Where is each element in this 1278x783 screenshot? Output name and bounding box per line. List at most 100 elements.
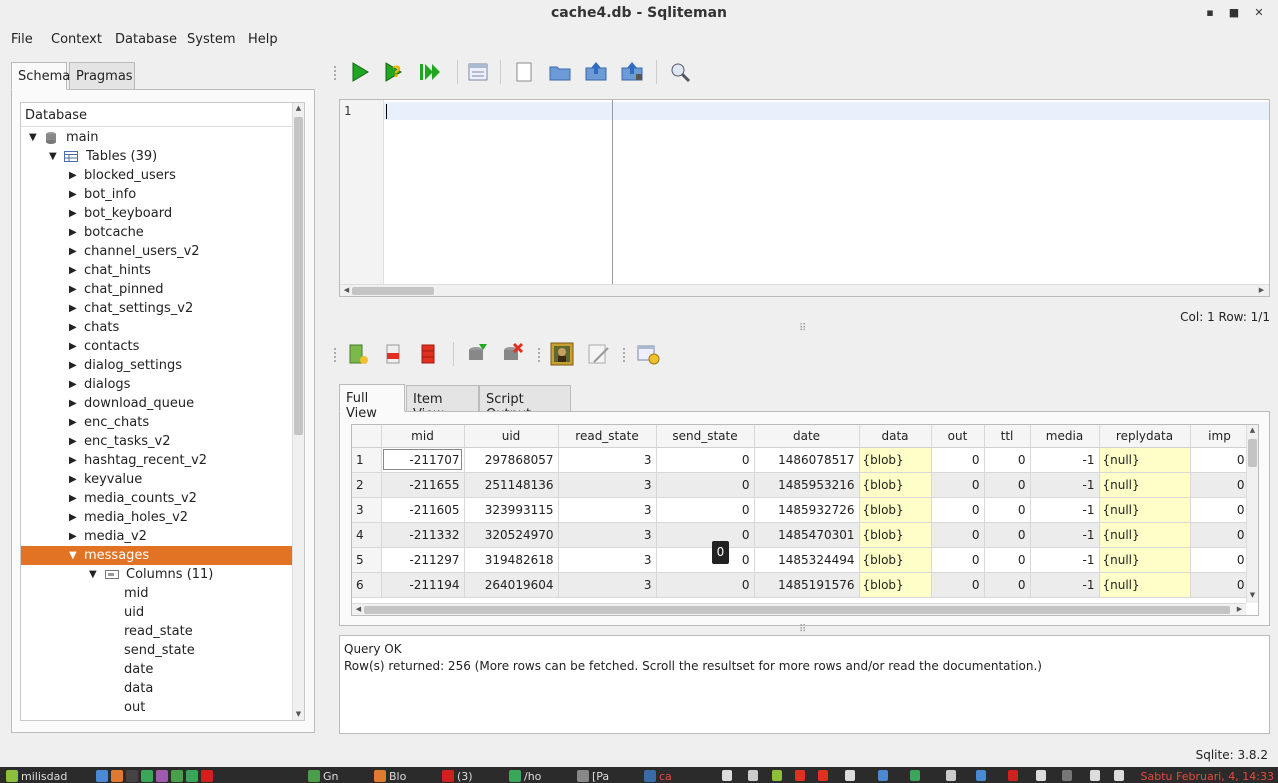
cell-mid[interactable]: -211332 (381, 522, 465, 548)
task-window-2[interactable]: Blo (374, 770, 406, 783)
tree-column-mid[interactable]: mid (21, 584, 293, 603)
delete-all-icon[interactable] (416, 342, 440, 366)
collapsed-arrow-icon[interactable]: ▶ (69, 299, 81, 318)
cell-mid[interactable]: -211707 (381, 447, 465, 473)
sql-editor[interactable]: 1 ◀ ▶ (339, 99, 1270, 297)
tree-item-enc_chats[interactable]: ▶ enc_chats (21, 413, 293, 432)
close-button[interactable]: ✕ (1252, 6, 1266, 20)
cell-send-state[interactable]: 0 (656, 572, 755, 598)
column-header-date[interactable]: date (754, 425, 860, 448)
tab-full-view[interactable]: Full View (339, 384, 405, 421)
expanded-arrow-icon[interactable]: ▼ (89, 565, 101, 584)
column-header-ttl[interactable]: ttl (984, 425, 1031, 448)
cell-uid[interactable]: 251148136 (464, 472, 559, 498)
schema-tree[interactable]: Database ▼ main ▼ Tables (39) ▶ blocked_u… (20, 102, 305, 721)
table-row[interactable]: 5 -211297 319482618 3 0 1485324494 {blob} 0 0 -1{… (352, 547, 1255, 573)
collapsed-arrow-icon[interactable]: ▶ (69, 432, 81, 451)
collapsed-arrow-icon[interactable]: ▶ (69, 261, 81, 280)
run-script-icon[interactable] (418, 60, 442, 84)
tree-column-ttl[interactable]: ttl (21, 717, 293, 720)
table-row[interactable]: 3 -211605 323993115 3 0 1485932726 {blob} 0 0 -1{… (352, 497, 1255, 523)
tree-item-dialogs[interactable]: ▶ dialogs (21, 375, 293, 394)
cell-replydata[interactable]: {null} (1099, 472, 1191, 498)
cell-uid[interactable]: 264019604 (464, 572, 559, 598)
tray-icon[interactable] (1008, 770, 1018, 781)
menu-file[interactable]: File (11, 32, 33, 47)
tree-item-chat_pinned[interactable]: ▶ chat_pinned (21, 280, 293, 299)
tray-icon[interactable] (976, 770, 986, 781)
column-header-media[interactable]: media (1030, 425, 1100, 448)
cell-uid[interactable]: 320524970 (464, 522, 559, 548)
collapsed-arrow-icon[interactable]: ▶ (69, 185, 81, 204)
launcher-icons[interactable] (96, 770, 216, 783)
collapsed-arrow-icon[interactable]: ▶ (69, 280, 81, 299)
result-grid[interactable]: mid uid read_state send_state date data out ttl… (351, 424, 1259, 616)
delete-row-icon[interactable] (381, 342, 405, 366)
tray-icon[interactable] (910, 770, 920, 781)
cell-read-state[interactable]: 3 (558, 472, 657, 498)
tree-item-media_v2[interactable]: ▶ media_v2 (21, 527, 293, 546)
tree-item-dialog_settings[interactable]: ▶ dialog_settings (21, 356, 293, 375)
task-window-6[interactable]: ca (644, 770, 672, 783)
cell-imp[interactable]: 0 (1190, 547, 1250, 573)
tree-column-uid[interactable]: uid (21, 603, 293, 622)
tree-column-out[interactable]: out (21, 698, 293, 717)
tray-icon[interactable] (1062, 770, 1072, 781)
table-row[interactable]: 4 -211332 320524970 3 0 1485470301 {blob} 0 0 -1{… (352, 522, 1255, 548)
cell-mid[interactable]: -211297 (381, 547, 465, 573)
minimize-button[interactable]: ▪ (1203, 6, 1217, 20)
cell-data[interactable]: {blob} (859, 447, 932, 473)
tree-scroll-thumb[interactable] (294, 117, 303, 435)
grid-vertical-scrollbar[interactable]: ▲ ▼ (1246, 425, 1258, 603)
cell-imp[interactable]: 0 (1190, 522, 1250, 548)
cell-read-state[interactable]: 3 (558, 572, 657, 598)
tree-item-bot_info[interactable]: ▶ bot_info (21, 185, 293, 204)
cell-date[interactable]: 1485324494 (754, 547, 860, 573)
cell-replydata[interactable]: {null} (1099, 547, 1191, 573)
scroll-down-icon[interactable]: ▼ (1247, 591, 1258, 599)
cell-data[interactable]: {blob} (859, 572, 932, 598)
tree-item-chat_settings_v2[interactable]: ▶ chat_settings_v2 (21, 299, 293, 318)
cell-data[interactable]: {blob} (859, 472, 932, 498)
cell-replydata[interactable]: {null} (1099, 447, 1191, 473)
cell-send-state[interactable]: 0 (656, 547, 755, 573)
collapsed-arrow-icon[interactable]: ▶ (69, 394, 81, 413)
menu-system[interactable]: System (187, 32, 235, 47)
cell-mid[interactable]: -211655 (381, 472, 465, 498)
cell-imp[interactable]: 0 (1190, 447, 1250, 473)
task-window-5[interactable]: [Pa (577, 770, 609, 783)
cell-date[interactable]: 1485470301 (754, 522, 860, 548)
column-header-imp[interactable]: imp (1190, 425, 1250, 448)
tray-icon[interactable] (818, 770, 828, 781)
open-folder-icon[interactable] (548, 60, 572, 84)
cell-read-state[interactable]: 3 (558, 497, 657, 523)
blob-preview-icon[interactable] (550, 342, 574, 366)
tree-item-media_holes_v2[interactable]: ▶ media_holes_v2 (21, 508, 293, 527)
run-icon[interactable] (348, 60, 372, 84)
collapsed-arrow-icon[interactable]: ▶ (69, 337, 81, 356)
editor-horizontal-scrollbar[interactable]: ◀ ▶ (340, 284, 1269, 296)
cell-ttl[interactable]: 0 (984, 497, 1031, 523)
cell-imp[interactable]: 0 (1190, 572, 1250, 598)
task-window-1[interactable]: Gn (308, 770, 339, 783)
tree-node-columns[interactable]: ▼ Columns (11) (21, 565, 293, 584)
scroll-right-icon[interactable]: ▶ (1256, 286, 1267, 294)
task-window-3[interactable]: (3) (442, 770, 473, 783)
cell-data[interactable]: {blob} (859, 522, 932, 548)
cell-media[interactable]: -1 (1030, 447, 1100, 473)
explain-icon[interactable]: ? (383, 60, 407, 84)
tab-pragmas[interactable]: Pragmas (69, 62, 135, 90)
cell-send-state[interactable]: 0 (656, 522, 755, 548)
collapsed-arrow-icon[interactable]: ▶ (69, 527, 81, 546)
cell-uid[interactable]: 323993115 (464, 497, 559, 523)
grid-hscroll-thumb[interactable] (364, 606, 1230, 614)
insert-row-icon[interactable] (346, 342, 370, 366)
tray-icon[interactable] (878, 770, 888, 781)
cell-replydata[interactable]: {null} (1099, 497, 1191, 523)
column-header-mid[interactable]: mid (381, 425, 465, 448)
row-number[interactable]: 2 (352, 472, 382, 498)
cell-out[interactable]: 0 (931, 547, 985, 573)
tray-icon[interactable] (748, 770, 758, 781)
cell-ttl[interactable]: 0 (984, 472, 1031, 498)
cell-ttl[interactable]: 0 (984, 522, 1031, 548)
